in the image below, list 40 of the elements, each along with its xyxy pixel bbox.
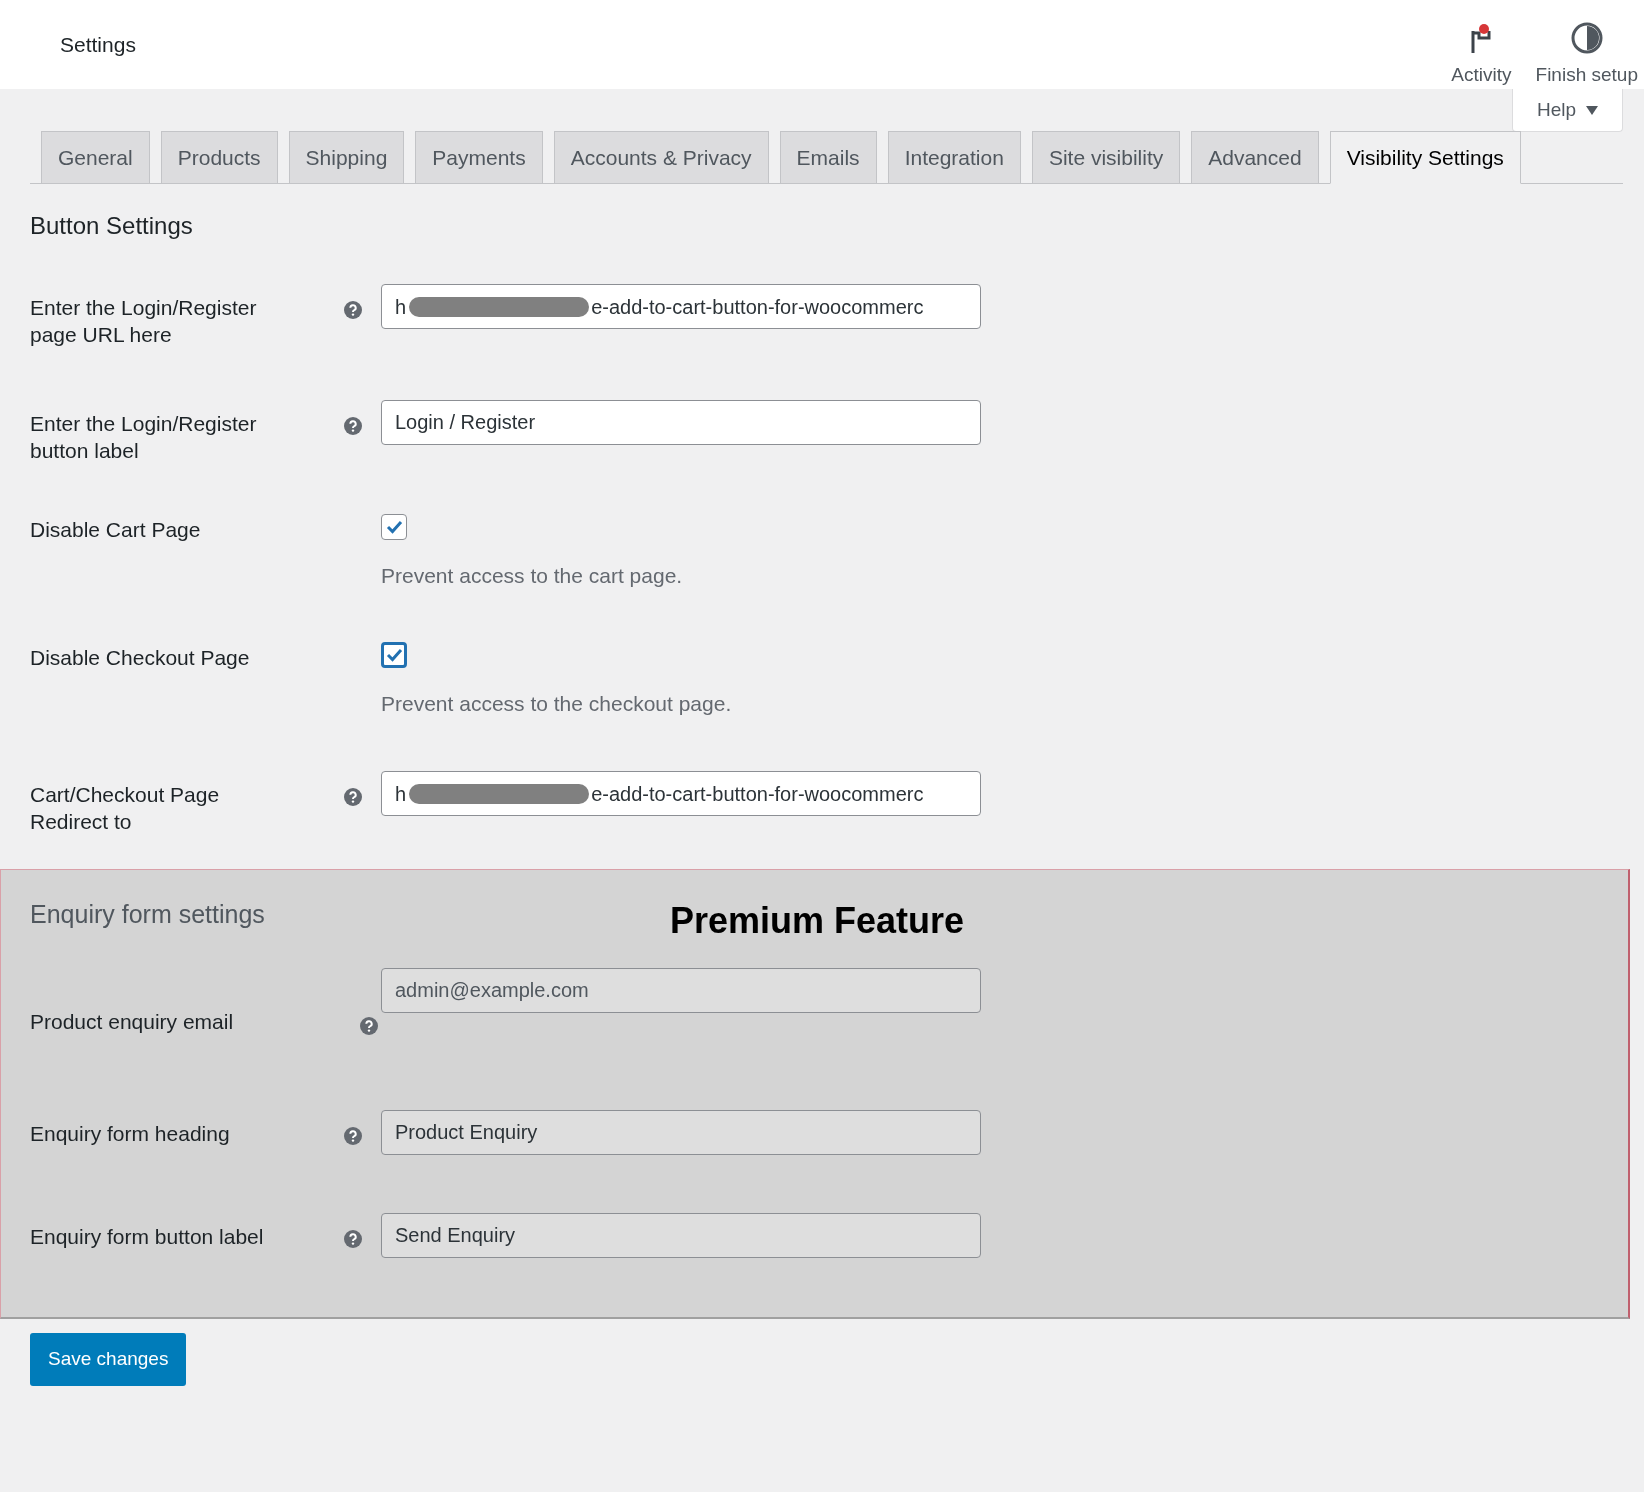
settings-tab[interactable]: Integration [887,131,1021,183]
settings-tab[interactable]: Accounts & Privacy [553,131,769,183]
input-field[interactable]: Product Enquiry [381,1110,981,1155]
field-label: Disable Checkout Page [30,644,251,671]
settings-tab[interactable]: Visibility Settings [1329,131,1521,184]
page-title: Settings [60,31,136,58]
activity-button[interactable]: Activity [1451,22,1512,89]
check-icon [385,520,403,534]
field-label: Enter the Login/Register page URL here [30,295,258,348]
checkbox[interactable] [381,514,407,540]
email-field[interactable]: admin@example.com [381,968,981,1013]
field-label: Enter the Login/Register button label [30,411,258,464]
section-heading: Button Settings [30,211,194,241]
field-label: Enquiry form heading [30,1121,231,1147]
field-label: Product enquiry email [30,1009,235,1035]
settings-tab[interactable]: Shipping [288,131,405,183]
caret-icon [1586,105,1599,115]
check-icon [385,647,403,662]
settings-tab[interactable]: Site visibility [1031,131,1181,183]
half-circle-icon [1569,20,1604,55]
field-description: Prevent access to the checkout page. [381,690,732,717]
settings-tab[interactable]: Payments [415,131,543,183]
premium-feature-label: Premium Feature [670,899,965,943]
field-description: Prevent access to the cart page. [381,563,683,589]
help-tab[interactable]: Help [1512,89,1623,132]
input-field[interactable]: Login / Register [381,400,981,445]
input-field[interactable]: Send Enquiry [381,1213,981,1258]
settings-tab[interactable]: Emails [779,131,877,183]
settings-tab[interactable]: Advanced [1191,131,1319,183]
url-field[interactable]: h e-add-to-cart-button-for-woocommerc [381,771,981,816]
field-label: Disable Cart Page [30,517,202,543]
finish-setup-button[interactable]: Finish setup [1535,20,1638,89]
field-label: Cart/Checkout Page Redirect to [30,782,221,835]
settings-tab[interactable]: Products [160,131,278,183]
checkbox[interactable] [381,641,407,668]
field-label: Enquiry form button label [30,1224,265,1250]
section-heading: Enquiry form settings [30,899,266,930]
settings-tab[interactable]: General [41,131,150,183]
save-button[interactable]: Save changes [30,1333,187,1386]
url-field[interactable]: h e-add-to-cart-button-for-woocommerc [381,284,981,329]
